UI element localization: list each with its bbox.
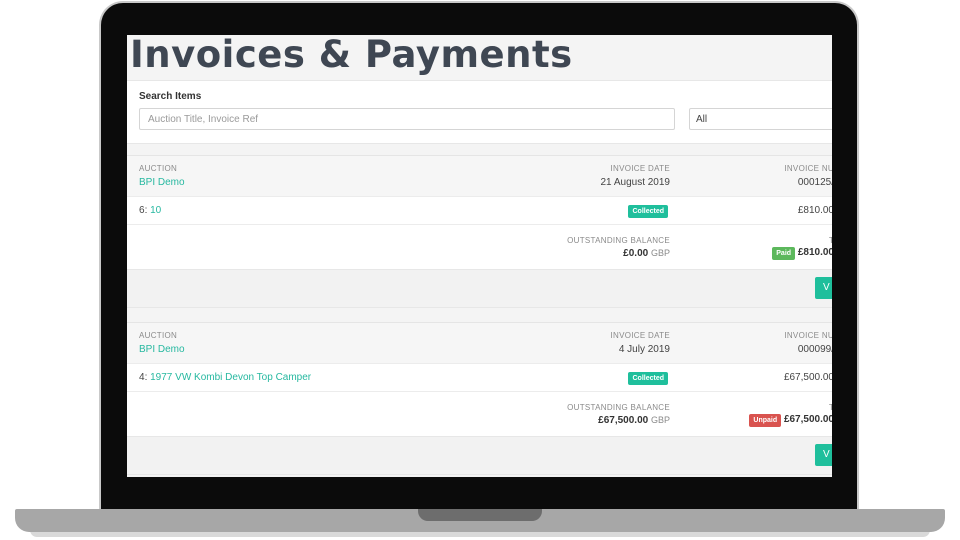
lot-title-link[interactable]: 10 bbox=[150, 205, 161, 216]
invoice-balance-row: OUTSTANDING BALANCE £67,500.00 GBP T Unp… bbox=[127, 391, 832, 436]
invoice-date-value: 4 July 2019 bbox=[618, 344, 670, 355]
search-input[interactable] bbox=[139, 108, 675, 130]
auction-link[interactable]: BPI Demo bbox=[139, 177, 185, 188]
invoice-number-value: 000099/ bbox=[797, 344, 832, 355]
laptop-notch bbox=[418, 509, 542, 521]
view-invoice-button[interactable]: V bbox=[815, 277, 832, 299]
total-label: T bbox=[828, 236, 832, 245]
total-amount: £810.00 bbox=[797, 247, 832, 258]
invoice-item-row: 6: 10 Collected £810.00 bbox=[127, 196, 832, 224]
invoice-header: AUCTION BPI Demo INVOICE DATE 21 August … bbox=[127, 155, 832, 196]
outstanding-balance-value: £0.00 GBP bbox=[623, 248, 670, 259]
outstanding-balance-label: OUTSTANDING BALANCE bbox=[567, 236, 670, 245]
invoice-number-value: 000125/ bbox=[797, 177, 832, 188]
unpaid-badge: Unpaid bbox=[749, 414, 782, 427]
invoice-number-label: INVOICE NU bbox=[784, 331, 832, 340]
invoice-number-label: INVOICE NU bbox=[784, 164, 832, 173]
search-label: Search Items bbox=[139, 91, 202, 102]
outstanding-balance-value: £67,500.00 GBP bbox=[598, 415, 670, 426]
lot-number: 4 bbox=[139, 372, 145, 383]
balance-amount: £0.00 bbox=[623, 248, 649, 259]
browser-screen: Invoices & Payments Search Items All AUC… bbox=[127, 35, 832, 477]
total-value: Paid £810.00 bbox=[772, 247, 832, 260]
invoice-date-label: INVOICE DATE bbox=[610, 331, 670, 340]
total-amount: £67,500.00 bbox=[783, 414, 832, 425]
outstanding-balance-label: OUTSTANDING BALANCE bbox=[567, 403, 670, 412]
invoice-balance-row: OUTSTANDING BALANCE £0.00 GBP T Paid £81… bbox=[127, 224, 832, 269]
invoice-actions: V bbox=[127, 269, 832, 308]
invoice-card: AUCTION BPI Demo INVOICE DATE 21 August … bbox=[127, 155, 832, 308]
invoice-date-value: 21 August 2019 bbox=[600, 177, 670, 188]
invoice-card: AUCTION BPI Demo INVOICE DATE 4 July 201… bbox=[127, 322, 832, 475]
invoice-header: AUCTION BPI Demo INVOICE DATE 4 July 201… bbox=[127, 322, 832, 363]
view-invoice-button[interactable]: V bbox=[815, 444, 832, 466]
collected-badge: Collected bbox=[628, 372, 668, 385]
auction-column-label: AUCTION bbox=[139, 331, 178, 340]
lot-number: 6 bbox=[139, 205, 145, 216]
lot-entry: 4: 1977 VW Kombi Devon Top Camper bbox=[139, 372, 312, 383]
collected-badge: Collected bbox=[628, 205, 668, 218]
auction-link[interactable]: BPI Demo bbox=[139, 344, 185, 355]
item-amount: £810.00 bbox=[797, 205, 832, 216]
invoice-actions: V bbox=[127, 436, 832, 475]
page-title: Invoices & Payments bbox=[130, 35, 573, 76]
lot-title-link[interactable]: 1977 VW Kombi Devon Top Camper bbox=[150, 372, 311, 383]
filter-select[interactable]: All bbox=[689, 108, 832, 130]
item-amount: £67,500.00 bbox=[783, 372, 832, 383]
search-panel: Search Items All bbox=[127, 80, 832, 144]
currency-code: GBP bbox=[650, 415, 670, 425]
total-value: Unpaid £67,500.00 bbox=[749, 414, 832, 427]
total-label: T bbox=[828, 403, 832, 412]
lot-entry: 6: 10 bbox=[139, 205, 162, 216]
balance-amount: £67,500.00 bbox=[598, 415, 649, 426]
auction-column-label: AUCTION bbox=[139, 164, 178, 173]
invoice-item-row: 4: 1977 VW Kombi Devon Top Camper Collec… bbox=[127, 363, 832, 391]
invoice-date-label: INVOICE DATE bbox=[610, 164, 670, 173]
currency-code: GBP bbox=[650, 248, 670, 258]
paid-badge: Paid bbox=[772, 247, 796, 260]
